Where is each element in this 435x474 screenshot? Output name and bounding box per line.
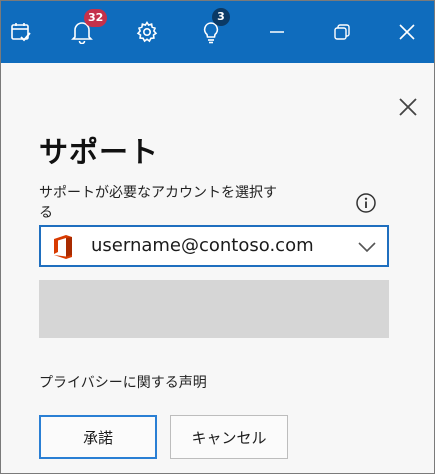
- account-dropdown[interactable]: username@contoso.com: [39, 225, 389, 267]
- tips-badge: 3: [212, 8, 230, 26]
- content-placeholder: [39, 280, 389, 338]
- info-icon[interactable]: [355, 192, 377, 214]
- title-bar: 32 3: [1, 1, 434, 63]
- minimize-icon[interactable]: [257, 1, 297, 63]
- account-value: username@contoso.com: [91, 235, 314, 256]
- calendar-check-icon[interactable]: [1, 1, 41, 63]
- close-icon: [399, 98, 417, 116]
- gear-icon[interactable]: [127, 1, 167, 63]
- accept-button[interactable]: 承諾: [39, 415, 157, 459]
- page-title: サポート: [39, 135, 160, 169]
- privacy-statement-link[interactable]: プライバシーに関する声明: [39, 372, 207, 392]
- account-select-label: サポートが必要なアカウントを選択する: [39, 185, 277, 221]
- support-window: 32 3 サポート サポートが必要なアカウントを選択する username@co…: [0, 0, 435, 474]
- panel-close-button[interactable]: [394, 93, 422, 121]
- chevron-down-icon: [357, 239, 377, 253]
- notification-badge: 32: [84, 9, 108, 27]
- restore-icon[interactable]: [322, 1, 362, 63]
- cancel-button[interactable]: キャンセル: [170, 415, 288, 459]
- office-logo-icon: [51, 234, 75, 260]
- close-icon[interactable]: [387, 1, 427, 63]
